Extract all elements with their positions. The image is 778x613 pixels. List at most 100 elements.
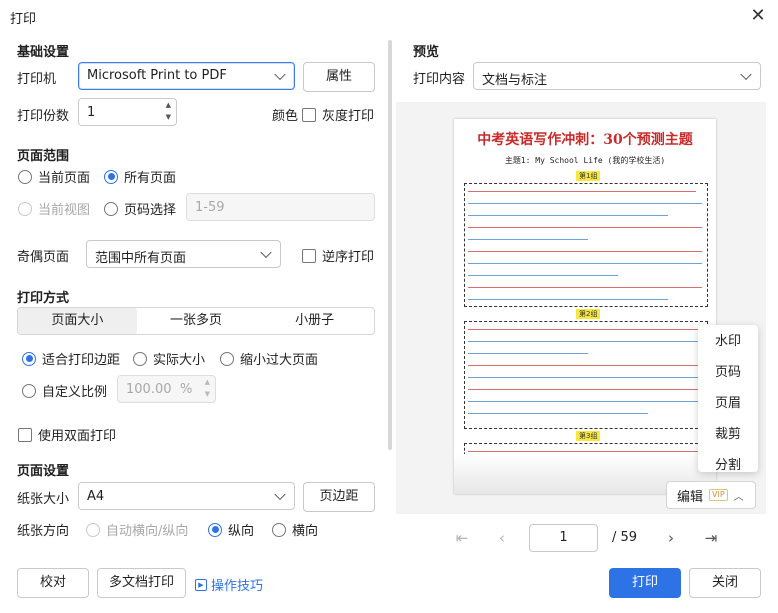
auto-orientation-radio bbox=[86, 522, 100, 537]
actual-size-option[interactable]: 实际大小 bbox=[133, 349, 205, 368]
grayscale-label: 灰度打印 bbox=[322, 109, 375, 124]
custom-scale-option[interactable]: 自定义比例 bbox=[22, 381, 107, 400]
edit-button-label: 编辑 bbox=[677, 489, 704, 505]
range-current-page-radio[interactable] bbox=[18, 169, 32, 184]
orientation-label: 纸张方向 bbox=[17, 524, 70, 539]
copies-value: 1 bbox=[87, 105, 96, 120]
range-all-pages-label: 所有页面 bbox=[124, 171, 177, 186]
range-all-pages-option[interactable]: 所有页面 bbox=[104, 167, 176, 186]
reverse-print-checkbox[interactable] bbox=[302, 248, 316, 263]
custom-scale-value: 100.00 bbox=[126, 382, 172, 397]
page-total: / 59 bbox=[612, 530, 638, 545]
range-current-view-option: 当前视图 bbox=[18, 199, 90, 218]
page-number-value: 1 bbox=[559, 530, 568, 545]
stepper-up-icon[interactable]: ▲ bbox=[205, 378, 210, 386]
fit-margins-option[interactable]: 适合打印边距 bbox=[22, 349, 120, 368]
chevron-down-icon bbox=[740, 68, 752, 81]
portrait-radio[interactable] bbox=[208, 522, 222, 537]
printer-properties-button[interactable]: 属性 bbox=[303, 62, 375, 92]
printer-label: 打印机 bbox=[17, 72, 57, 87]
actual-size-radio[interactable] bbox=[133, 351, 147, 366]
chevron-up-icon: ︿ bbox=[733, 491, 744, 503]
tab-multiple-pages[interactable]: 一张多页 bbox=[137, 308, 256, 334]
duplex-checkbox[interactable] bbox=[18, 427, 32, 442]
edit-menu-split[interactable]: 分割 bbox=[698, 452, 758, 480]
stepper-up-icon[interactable]: ▲ bbox=[166, 101, 171, 109]
proof-button[interactable]: 校对 bbox=[17, 568, 89, 598]
auto-orientation-option: 自动横向/纵向 bbox=[86, 520, 188, 539]
custom-scale-radio[interactable] bbox=[22, 383, 36, 398]
range-current-page-label: 当前页面 bbox=[38, 171, 91, 186]
portrait-label: 纵向 bbox=[228, 524, 255, 539]
print-button[interactable]: 打印 bbox=[609, 568, 681, 598]
page-select-input[interactable]: 1-59 bbox=[186, 193, 375, 221]
duplex-label: 使用双面打印 bbox=[38, 429, 117, 444]
landscape-label: 横向 bbox=[292, 524, 319, 539]
shrink-large-radio[interactable] bbox=[220, 351, 234, 366]
chevron-down-icon bbox=[260, 246, 272, 259]
tips-link-label: 操作技巧 bbox=[211, 579, 264, 594]
copies-stepper[interactable]: 1 ▲ ▼ bbox=[78, 98, 177, 126]
doc-block bbox=[464, 183, 708, 307]
range-page-select-option[interactable]: 页码选择 bbox=[104, 199, 176, 218]
doc-group-label: 第3组 bbox=[576, 431, 601, 441]
edit-button[interactable]: 编辑 VIP ︿ bbox=[666, 481, 756, 509]
printer-select[interactable]: Microsoft Print to PDF bbox=[78, 62, 295, 90]
landscape-option[interactable]: 横向 bbox=[272, 520, 318, 539]
margins-button[interactable]: 页边距 bbox=[303, 482, 375, 512]
fit-margins-label: 适合打印边距 bbox=[42, 353, 121, 368]
play-icon: ▶ bbox=[195, 578, 207, 591]
fit-margins-radio[interactable] bbox=[22, 351, 36, 366]
edit-menu: 水印 页码 页眉 裁剪 分割 bbox=[698, 325, 758, 473]
print-content-select[interactable]: 文档与标注 bbox=[473, 62, 761, 90]
doc-subtitle: 主题1: My School Life (我的学校生活) bbox=[504, 156, 666, 165]
edit-menu-crop[interactable]: 裁剪 bbox=[698, 421, 758, 449]
first-page-icon[interactable]: ⇤ bbox=[452, 529, 472, 547]
vip-badge: VIP bbox=[709, 489, 728, 501]
shrink-large-option[interactable]: 缩小过大页面 bbox=[220, 349, 318, 368]
preview-page: 中考英语写作冲刺：30个预测主题 主题1: My School Life (我的… bbox=[454, 119, 716, 494]
next-page-icon[interactable]: › bbox=[661, 529, 681, 547]
edit-menu-watermark[interactable]: 水印 bbox=[698, 328, 758, 356]
chevron-down-icon bbox=[274, 68, 286, 81]
last-page-icon[interactable]: ⇥ bbox=[701, 529, 721, 547]
duplex-option[interactable]: 使用双面打印 bbox=[18, 425, 116, 444]
close-icon[interactable]: ✕ bbox=[745, 3, 771, 29]
tips-link[interactable]: ▶ 操作技巧 bbox=[195, 575, 263, 594]
doc-group-label: 第2组 bbox=[576, 309, 601, 319]
reverse-print-option[interactable]: 逆序打印 bbox=[302, 246, 374, 265]
odd-even-value: 范围中所有页面 bbox=[95, 251, 187, 266]
stepper-down-icon[interactable]: ▼ bbox=[205, 390, 210, 398]
prev-page-icon[interactable]: ‹ bbox=[492, 529, 512, 547]
portrait-option[interactable]: 纵向 bbox=[208, 520, 254, 539]
stepper-down-icon[interactable]: ▼ bbox=[166, 113, 171, 121]
tab-page-size[interactable]: 页面大小 bbox=[18, 308, 137, 334]
printer-select-value: Microsoft Print to PDF bbox=[87, 68, 227, 83]
window-title: 打印 bbox=[10, 12, 37, 27]
print-content-label: 打印内容 bbox=[413, 72, 466, 87]
paper-size-select[interactable]: A4 bbox=[78, 482, 295, 510]
tab-booklet[interactable]: 小册子 bbox=[255, 308, 374, 334]
print-mode-tabs: 页面大小 一张多页 小册子 bbox=[17, 307, 375, 335]
range-current-page-option[interactable]: 当前页面 bbox=[18, 167, 90, 186]
page-setup-heading: 页面设置 bbox=[17, 464, 70, 479]
custom-scale-unit: % bbox=[180, 382, 193, 397]
range-all-pages-radio[interactable] bbox=[104, 169, 118, 184]
custom-scale-stepper[interactable]: 100.00 % ▲ ▼ bbox=[117, 375, 216, 403]
settings-scrollbar[interactable] bbox=[388, 40, 392, 450]
range-page-select-radio[interactable] bbox=[104, 201, 118, 216]
grayscale-checkbox[interactable] bbox=[302, 107, 316, 122]
multi-doc-print-button[interactable]: 多文档打印 bbox=[97, 568, 186, 598]
grayscale-option[interactable]: 灰度打印 bbox=[302, 105, 374, 124]
range-page-select-label: 页码选择 bbox=[124, 203, 177, 218]
doc-title: 中考英语写作冲刺：30个预测主题 bbox=[477, 132, 693, 148]
landscape-radio[interactable] bbox=[272, 522, 286, 537]
edit-menu-page-number[interactable]: 页码 bbox=[698, 359, 758, 387]
actual-size-label: 实际大小 bbox=[153, 353, 206, 368]
chevron-down-icon bbox=[274, 488, 286, 501]
page-number-input[interactable]: 1 bbox=[529, 524, 598, 552]
odd-even-select[interactable]: 范围中所有页面 bbox=[86, 240, 281, 268]
edit-menu-header[interactable]: 页眉 bbox=[698, 390, 758, 418]
close-button[interactable]: 关闭 bbox=[689, 568, 761, 598]
paper-size-label: 纸张大小 bbox=[17, 492, 70, 507]
